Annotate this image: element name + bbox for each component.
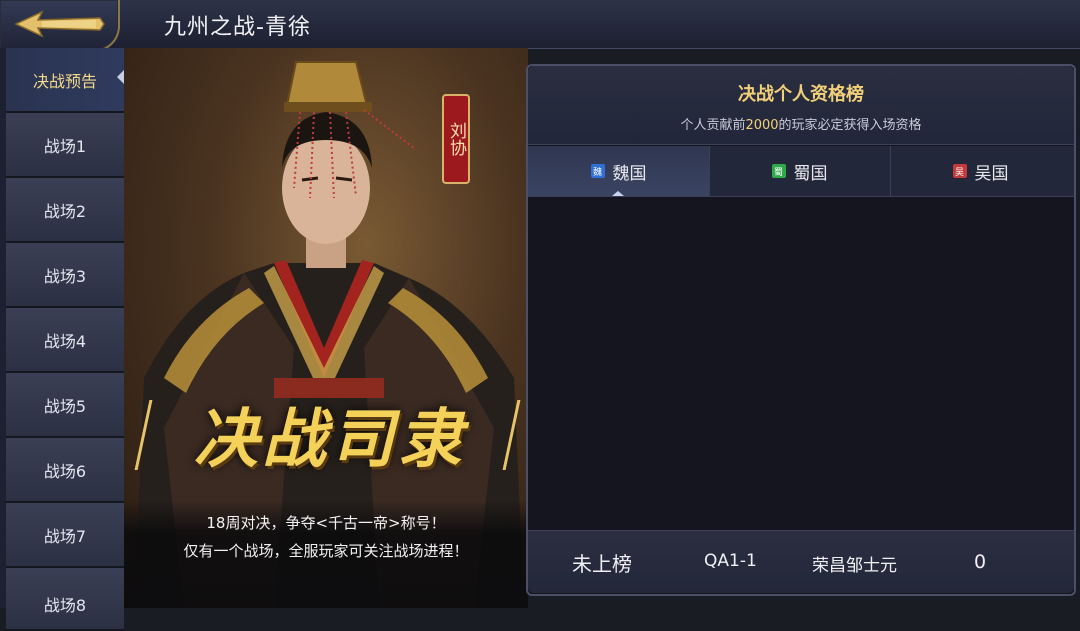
sidebar-item-battlefield-6[interactable]: 战场6 xyxy=(6,438,124,503)
wei-flag-icon: 魏 xyxy=(590,164,605,178)
sidebar-item-battlefield-1[interactable]: 战场1 xyxy=(6,113,124,178)
top-bar: 九州之战-青徐 xyxy=(0,0,1080,52)
subtitle-highlight: 2000 xyxy=(745,118,779,133)
my-server: QA1-1 xyxy=(704,551,757,571)
my-player-name: 荣昌邹士元 xyxy=(812,556,897,576)
subtitle-suffix: 的玩家必定获得入场资格 xyxy=(778,118,922,133)
sidebar-item-battlefield-5[interactable]: 战场5 xyxy=(6,373,124,438)
tab-wu[interactable]: 吴 吴国 xyxy=(890,146,1071,196)
sidebar-item-battlefield-4[interactable]: 战场4 xyxy=(6,308,124,373)
subtitle-prefix: 个人贡献前 xyxy=(680,118,746,133)
my-rank: 未上榜 xyxy=(572,552,632,576)
sidebar-item-battlefield-3[interactable]: 战场3 xyxy=(6,243,124,308)
banner-title: 决战司隶 xyxy=(194,402,466,477)
sidebar-item-preview[interactable]: 决战预告 xyxy=(6,48,124,113)
tab-wu-label: 吴国 xyxy=(974,163,1009,184)
my-rank-row: 未上榜 QA1-1 荣昌邹士元 0 xyxy=(528,530,1074,593)
tab-wei[interactable]: 魏 魏国 xyxy=(528,146,710,196)
sidebar-item-battlefield-8[interactable]: 战场8 xyxy=(6,568,124,631)
caption-line-2: 仅有一个战场，全服玩家可关注战场进程！ xyxy=(183,542,469,560)
caption-line-1: 18周对决，争夺<千古一帝>称号！ xyxy=(206,514,446,532)
wu-flag-icon: 吴 xyxy=(952,164,967,178)
shu-flag-icon: 蜀 xyxy=(771,164,786,178)
tab-shu-label: 蜀国 xyxy=(793,163,828,184)
banner-caption: 18周对决，争夺<千古一帝>称号！ 仅有一个战场，全服玩家可关注战场进程！ xyxy=(124,500,528,608)
character-name-seal: 刘协 xyxy=(442,94,470,184)
tab-shu[interactable]: 蜀 蜀国 xyxy=(709,146,891,196)
back-button[interactable] xyxy=(0,0,120,52)
sidebar-item-battlefield-7[interactable]: 战场7 xyxy=(6,503,124,568)
ranking-subtitle: 个人贡献前2000的玩家必定获得入场资格 xyxy=(528,114,1074,133)
sidebar-item-battlefield-2[interactable]: 战场2 xyxy=(6,178,124,243)
tab-wei-label: 魏国 xyxy=(612,163,647,184)
event-banner: 刘协 决战司隶 18周对决，争夺<千古一帝>称号！ 仅有一个战场，全服玩家可关注… xyxy=(124,48,528,608)
ranking-panel: 决战个人资格榜 个人贡献前2000的玩家必定获得入场资格 魏 魏国 蜀 蜀国 吴… xyxy=(526,64,1076,596)
sidebar: 决战预告 战场1 战场2 战场3 战场4 战场5 战场6 战场7 战场8 xyxy=(0,48,124,631)
back-arrow-icon xyxy=(14,10,105,38)
page-title: 九州之战-青徐 xyxy=(164,15,311,40)
ranking-header: 决战个人资格榜 个人贡献前2000的玩家必定获得入场资格 xyxy=(528,66,1074,145)
ranking-list[interactable] xyxy=(528,197,1074,529)
my-score: 0 xyxy=(974,551,987,573)
faction-tabs: 魏 魏国 蜀 蜀国 吴 吴国 xyxy=(528,146,1074,197)
ranking-title: 决战个人资格榜 xyxy=(738,84,864,105)
